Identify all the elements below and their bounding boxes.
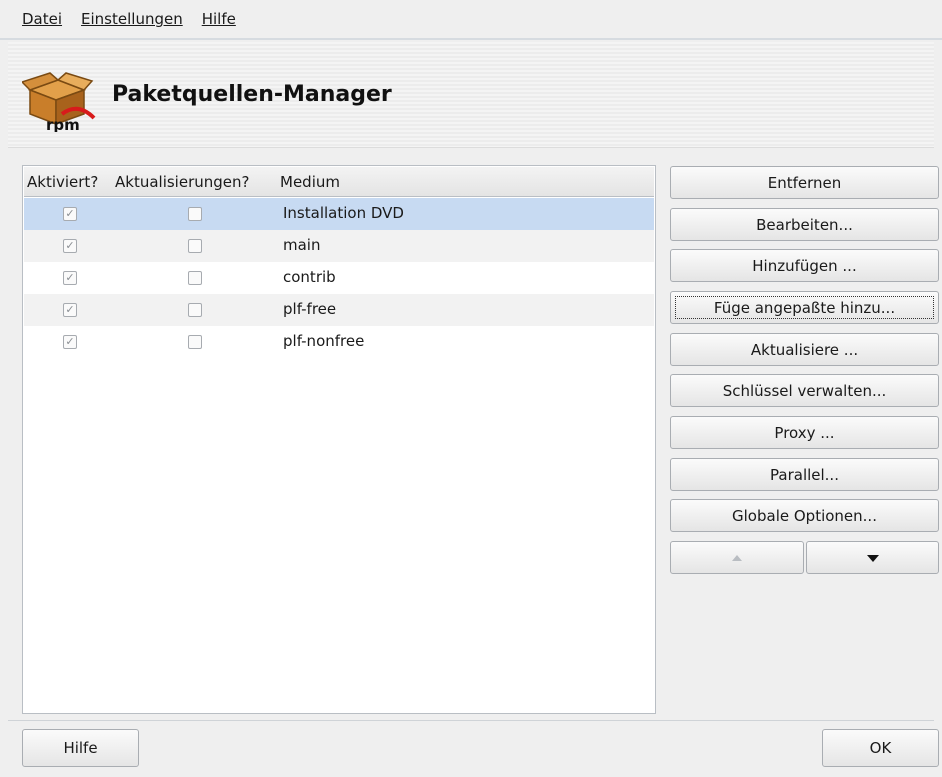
table-row[interactable]: ✓ plf-nonfree <box>24 326 654 358</box>
update-button[interactable]: Aktualisiere ... <box>670 333 939 366</box>
enabled-checkbox[interactable]: ✓ <box>63 335 77 349</box>
menu-hilfe[interactable]: Hilfe <box>202 10 236 28</box>
ok-button[interactable]: OK <box>822 729 939 767</box>
add-custom-button[interactable]: Füge angepaßte hinzu... <box>670 291 939 324</box>
edit-button[interactable]: Bearbeiten... <box>670 208 939 241</box>
media-list[interactable]: Aktiviert? Aktualisierungen? Medium ✓ In… <box>22 165 656 714</box>
updates-checkbox[interactable] <box>188 271 202 285</box>
updates-checkbox[interactable] <box>188 207 202 221</box>
table-row[interactable]: ✓ plf-free <box>24 294 654 326</box>
updates-checkbox[interactable] <box>188 239 202 253</box>
menu-hilfe-label: Hilfe <box>201 10 236 28</box>
proxy-button[interactable]: Proxy ... <box>670 416 939 449</box>
manage-keys-button[interactable]: Schlüssel verwalten... <box>670 374 939 407</box>
rpm-label: rpm <box>46 116 80 132</box>
menu-einstellungen[interactable]: Einstellungen <box>81 10 183 28</box>
remove-button[interactable]: Entfernen <box>670 166 939 199</box>
page-title: Paketquellen-Manager <box>112 82 392 107</box>
updates-checkbox[interactable] <box>188 303 202 317</box>
parallel-button[interactable]: Parallel... <box>670 458 939 491</box>
table-row[interactable]: ✓ contrib <box>24 262 654 294</box>
menu-datei-label: Datei <box>22 10 63 28</box>
enabled-checkbox[interactable]: ✓ <box>63 271 77 285</box>
add-button[interactable]: Hinzufügen ... <box>670 249 939 282</box>
updates-checkbox[interactable] <box>188 335 202 349</box>
medium-name: Installation DVD <box>283 204 404 222</box>
header-banner: rpm Paketquellen-Manager <box>8 42 934 148</box>
enabled-checkbox[interactable]: ✓ <box>63 207 77 221</box>
table-row[interactable]: ✓ Installation DVD <box>24 198 654 230</box>
move-up-button[interactable] <box>670 541 804 574</box>
medium-name: plf-nonfree <box>283 332 365 350</box>
rpm-package-icon: rpm <box>22 72 96 132</box>
column-header-enabled[interactable]: Aktiviert? <box>27 173 98 191</box>
footer-separator <box>8 720 934 721</box>
menu-datei[interactable]: Datei <box>22 10 62 28</box>
table-row[interactable]: ✓ main <box>24 230 654 262</box>
enabled-checkbox[interactable]: ✓ <box>63 303 77 317</box>
enabled-checkbox[interactable]: ✓ <box>63 239 77 253</box>
global-options-button[interactable]: Globale Optionen... <box>670 499 939 532</box>
medium-name: main <box>283 236 321 254</box>
help-button[interactable]: Hilfe <box>22 729 139 767</box>
move-down-button[interactable] <box>806 541 939 574</box>
menu-einstellungen-label: Einstellungen <box>81 10 183 28</box>
medium-name: plf-free <box>283 300 337 318</box>
column-header-updates[interactable]: Aktualisierungen? <box>115 173 249 191</box>
down-arrow-icon <box>866 554 879 562</box>
menu-bar: Datei Einstellungen Hilfe <box>0 0 942 40</box>
medium-name: contrib <box>283 268 336 286</box>
column-header-medium[interactable]: Medium <box>280 173 340 191</box>
list-header: Aktiviert? Aktualisierungen? Medium <box>24 167 654 197</box>
up-arrow-icon <box>732 554 742 561</box>
